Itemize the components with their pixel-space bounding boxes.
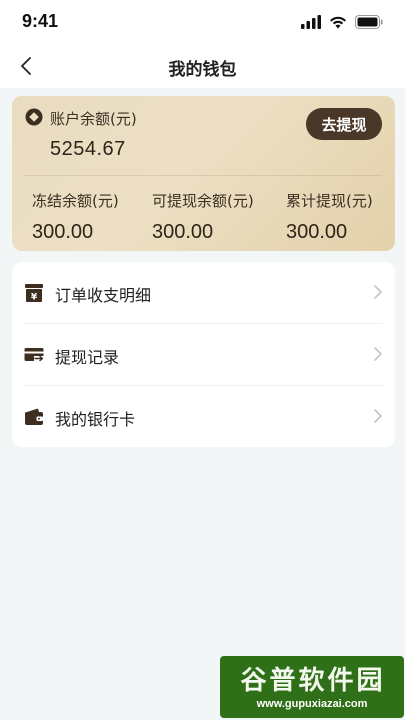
- menu-item-label: 订单收支明细: [55, 286, 152, 305]
- ledger-icon: ¥: [25, 284, 43, 303]
- battery-icon: [355, 15, 383, 29]
- stat-total-withdrawn: 累计提现(元) 300.00: [286, 190, 373, 244]
- stat-value: 300.00: [32, 221, 94, 243]
- status-icons: [301, 13, 383, 31]
- card-transfer-icon: [24, 348, 44, 364]
- nav-bar: 我的钱包: [0, 44, 405, 88]
- stat-label: 冻结余额(元): [32, 192, 119, 210]
- wifi-icon: [330, 16, 346, 29]
- withdraw-button[interactable]: 去提现: [306, 108, 382, 140]
- status-bar: 9:41: [0, 0, 405, 44]
- balance-label: 账户余额(元): [50, 110, 137, 128]
- menu-item-withdraw-records[interactable]: 提现记录: [12, 324, 395, 385]
- stat-value: 300.00: [286, 221, 348, 243]
- menu-card: ¥ 订单收支明细 提现记录 我的银行卡: [12, 262, 395, 447]
- signal-icon: [301, 15, 321, 29]
- watermark-url: www.gupuxiazai.com: [256, 698, 368, 710]
- balance-value: 5254.67: [50, 138, 126, 160]
- page-title: 我的钱包: [168, 60, 237, 80]
- menu-item-label: 我的银行卡: [55, 410, 136, 429]
- menu-item-order-details[interactable]: ¥ 订单收支明细: [12, 262, 395, 323]
- chevron-right-icon: [374, 409, 382, 423]
- stat-label: 可提现余额(元): [152, 192, 254, 210]
- coin-icon: [25, 108, 43, 126]
- stat-label: 累计提现(元): [286, 192, 373, 210]
- wallet-icon: [25, 408, 43, 425]
- chevron-right-icon: [374, 285, 382, 299]
- stat-value: 300.00: [152, 221, 214, 243]
- menu-item-bank-cards[interactable]: 我的银行卡: [12, 386, 395, 447]
- stat-frozen-balance: 冻结余额(元) 300.00: [32, 190, 119, 244]
- stat-withdrawable-balance: 可提现余额(元) 300.00: [152, 190, 254, 244]
- svg-text:¥: ¥: [31, 293, 38, 303]
- menu-item-label: 提现记录: [55, 348, 120, 367]
- card-divider: [25, 175, 382, 176]
- watermark-logo: 谷普软件园 www.gupuxiazai.com: [220, 656, 404, 718]
- balance-card: 账户余额(元) 5254.67 去提现 冻结余额(元) 300.00 可提现余额…: [12, 96, 395, 251]
- chevron-right-icon: [374, 347, 382, 361]
- status-time: 9:41: [22, 11, 59, 31]
- watermark-title: 谷普软件园: [240, 666, 386, 696]
